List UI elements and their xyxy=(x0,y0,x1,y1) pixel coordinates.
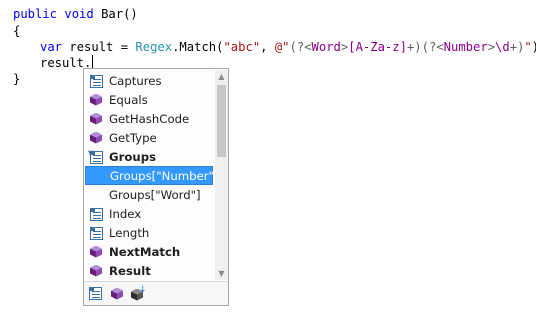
completion-item-label: Result xyxy=(109,263,151,278)
completion-item-label: Equals xyxy=(109,92,148,107)
property-icon xyxy=(89,207,103,221)
completion-item[interactable]: Groups["Word"] xyxy=(85,185,213,204)
completion-list-popup[interactable]: Captures Equals GetHashCode GetType v Groups G… xyxy=(83,68,229,306)
completion-list[interactable]: Captures Equals GetHashCode GetType v Groups G… xyxy=(84,70,219,282)
completion-item-label: GetHashCode xyxy=(109,111,190,126)
completion-item[interactable]: Length xyxy=(85,223,213,242)
method-icon xyxy=(89,112,103,126)
method-icon xyxy=(89,131,103,145)
completion-scrollbar[interactable]: ▲ ▼ xyxy=(215,70,228,280)
property-icon xyxy=(89,74,103,88)
completion-item[interactable]: GetHashCode xyxy=(85,109,213,128)
property-icon xyxy=(89,226,103,240)
completion-item-label: Groups["Number"] xyxy=(110,168,219,183)
text-caret xyxy=(92,55,94,69)
scroll-thumb[interactable] xyxy=(217,85,226,157)
completion-item[interactable]: GetType xyxy=(85,128,213,147)
method-icon xyxy=(89,264,103,278)
completion-item[interactable]: v Groups xyxy=(85,147,213,166)
completion-filter-bar: ↓ xyxy=(84,281,228,305)
method-icon xyxy=(89,93,103,107)
completion-item[interactable]: NextMatch xyxy=(85,242,213,261)
completion-item[interactable]: Groups["Number"] xyxy=(85,166,219,185)
extension-methods-filter-icon[interactable]: ↓ xyxy=(130,285,147,302)
scroll-down-icon[interactable]: ▼ xyxy=(215,267,228,280)
completion-item[interactable]: Index xyxy=(85,204,213,223)
property-extension-icon: v xyxy=(88,148,103,164)
completion-item-label: GetType xyxy=(109,130,157,145)
completion-item-label: Groups["Word"] xyxy=(109,187,201,202)
method-icon xyxy=(89,245,103,259)
completion-item-label: Captures xyxy=(109,73,162,88)
properties-filter-icon[interactable] xyxy=(88,286,104,302)
code-line-5: } xyxy=(13,72,21,86)
code-line-3: var result = Regex.Match("abc", @"(?<Wor… xyxy=(40,40,536,54)
completion-item[interactable]: Captures xyxy=(85,71,213,90)
code-line-2: { xyxy=(13,24,21,38)
completion-item-label: Index xyxy=(109,206,142,221)
completion-item[interactable]: Equals xyxy=(85,90,213,109)
completion-item[interactable]: Result xyxy=(85,261,213,280)
completion-item-label: NextMatch xyxy=(109,244,181,259)
code-line-1: public void Bar() xyxy=(13,7,138,21)
methods-filter-icon[interactable] xyxy=(109,286,125,302)
scroll-up-icon[interactable]: ▲ xyxy=(215,70,228,83)
completion-item-label: Length xyxy=(109,225,150,240)
completion-item-label: Groups xyxy=(109,149,157,164)
code-editor[interactable]: public void Bar() { var result = Regex.M… xyxy=(0,0,536,316)
